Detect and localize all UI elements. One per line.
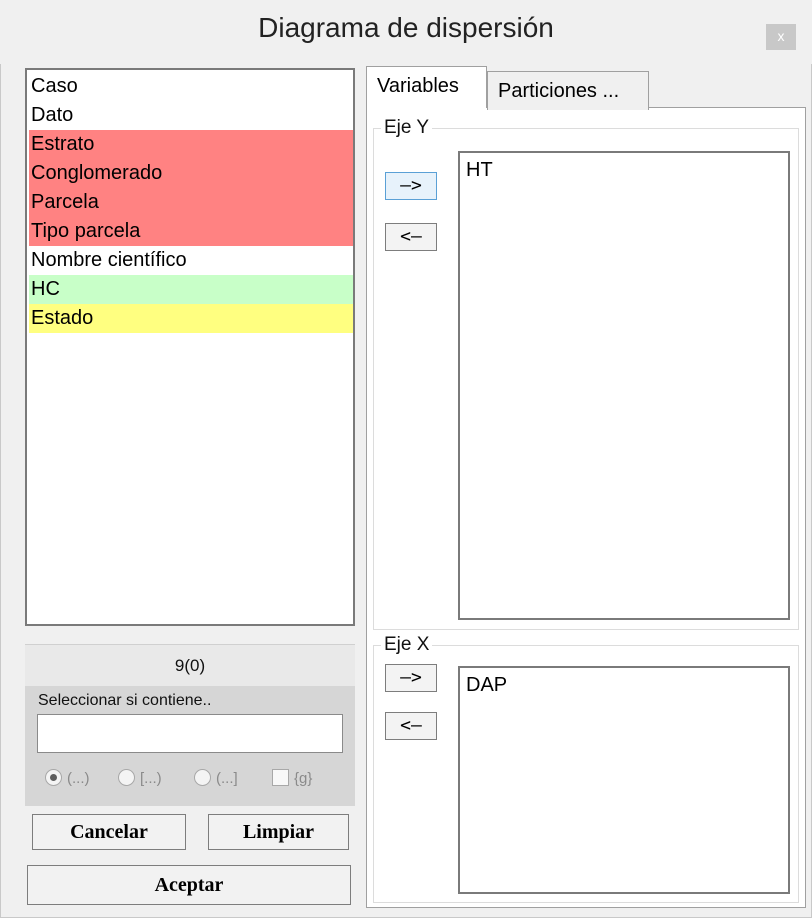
list-item[interactable]: Nombre científico	[29, 246, 353, 275]
filter-input[interactable]	[37, 714, 343, 753]
list-item[interactable]: Estrato	[29, 130, 353, 159]
y-axis-variable-list[interactable]: HT	[458, 151, 790, 620]
close-button[interactable]: x	[766, 24, 796, 50]
list-item[interactable]: Conglomerado	[29, 159, 353, 188]
accept-button[interactable]: Aceptar	[27, 865, 351, 905]
remove-from-y-button[interactable]: <–	[385, 223, 437, 251]
list-item[interactable]: Dato	[29, 101, 353, 130]
list-item[interactable]: Caso	[29, 72, 353, 101]
tab-variables[interactable]: Variables	[366, 66, 487, 108]
list-item[interactable]: HC	[29, 275, 353, 304]
tab-particiones[interactable]: Particiones ...	[487, 71, 649, 110]
list-item[interactable]: Estado	[29, 304, 353, 333]
list-item[interactable]: HT	[466, 159, 788, 182]
radio-icon	[194, 769, 211, 786]
eje-x-legend: Eje X	[381, 634, 433, 656]
radio-option-bracket-paren[interactable]: [...)	[118, 767, 162, 791]
variables-list[interactable]: Caso Dato Estrato Conglomerado Parcela T…	[25, 68, 355, 626]
cancel-button[interactable]: Cancelar	[32, 814, 186, 850]
remove-from-x-button[interactable]: <–	[385, 712, 437, 740]
dialog-title: Diagrama de dispersión	[258, 12, 554, 43]
radio-selected-icon	[45, 769, 62, 786]
checkbox-icon	[272, 769, 289, 786]
add-to-x-button[interactable]: –>	[385, 664, 437, 692]
clear-button[interactable]: Limpiar	[208, 814, 349, 850]
variable-count: 9(0)	[25, 644, 355, 686]
group-checkbox[interactable]: {g}	[272, 767, 312, 791]
add-to-y-button[interactable]: –>	[385, 172, 437, 200]
list-item[interactable]: DAP	[466, 674, 788, 697]
radio-option-parens[interactable]: (...)	[45, 767, 90, 791]
list-item[interactable]: Tipo parcela	[29, 217, 353, 246]
radio-icon	[118, 769, 135, 786]
list-item[interactable]: Parcela	[29, 188, 353, 217]
close-icon: x	[777, 28, 785, 44]
x-axis-variable-list[interactable]: DAP	[458, 666, 790, 894]
eje-y-legend: Eje Y	[381, 117, 433, 139]
radio-option-paren-bracket[interactable]: (...]	[194, 767, 238, 791]
filter-label: Seleccionar si contiene..	[38, 692, 212, 709]
